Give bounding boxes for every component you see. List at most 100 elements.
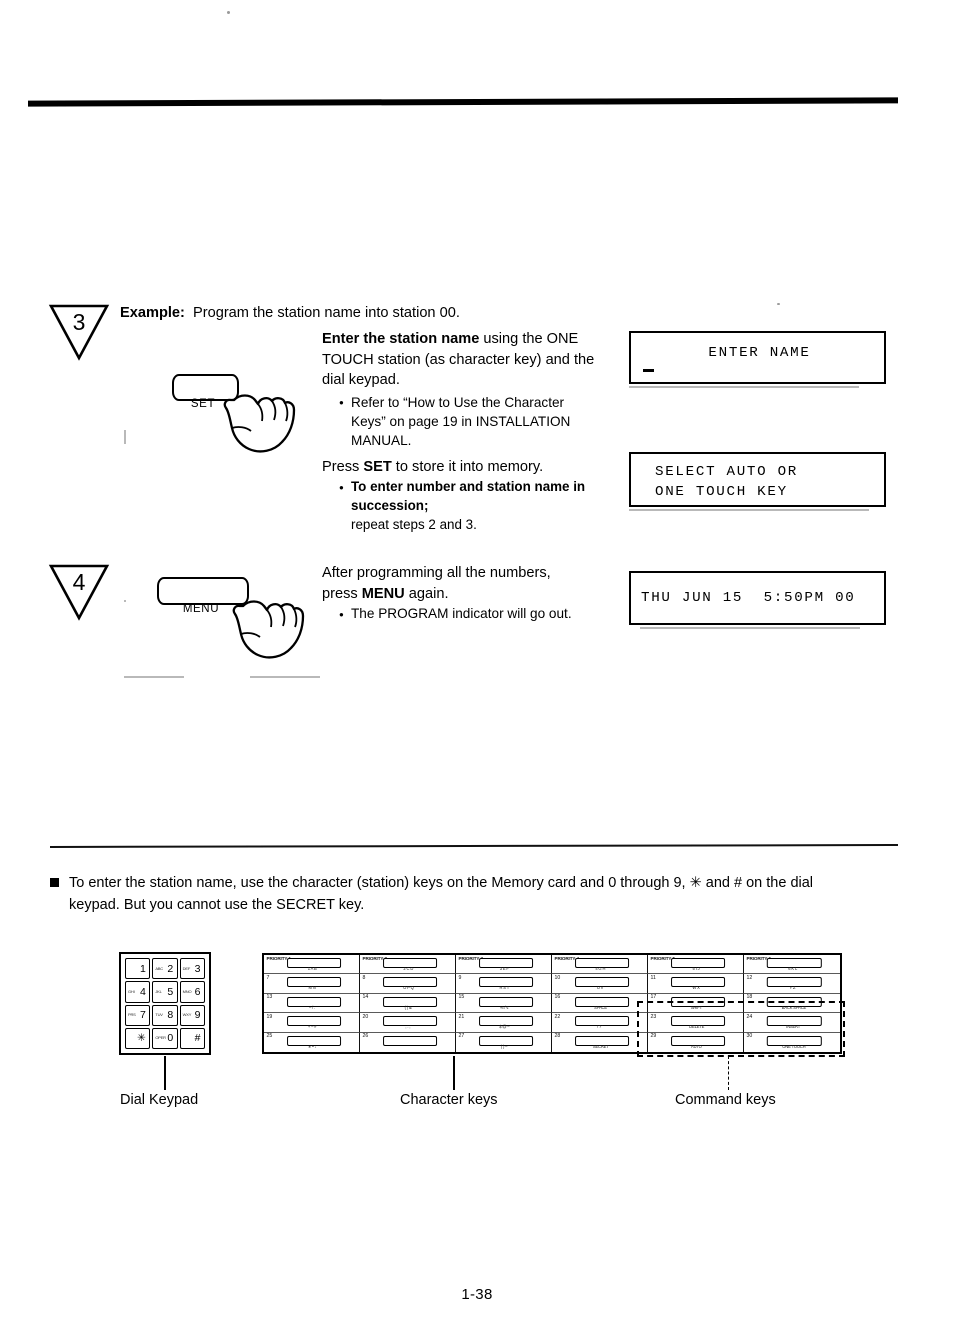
dial-keypad[interactable]: 1 ABC 2 DEF 3 GHI 4 JKL 5 MNO 6 PRS 7 TUV 8 WXY 9 ✳ OPER 0 # bbox=[119, 952, 211, 1055]
station-number: 23 bbox=[650, 1013, 657, 1020]
header-rule bbox=[27, 97, 899, 107]
station-key-caption: ∗ • ↓ bbox=[307, 1043, 317, 1049]
station-key-caption: 3 E F bbox=[499, 966, 509, 971]
memory-card-station-cell[interactable]: 29 AUTO bbox=[648, 1032, 744, 1052]
scan-smudge bbox=[124, 430, 126, 444]
memory-card-panel[interactable]: PRIORITY 11 A B PRIORITY 22 C D PRIORITY 3… bbox=[262, 953, 842, 1054]
memory-card-station-cell[interactable]: 9 R S T bbox=[456, 974, 552, 994]
dial-key-6[interactable]: MNO 6 bbox=[179, 981, 205, 1003]
memory-card-station-cell[interactable]: 21 $ @ – bbox=[456, 1013, 552, 1033]
lcd-cursor bbox=[643, 369, 654, 372]
instruction-bullet: Refer to “How to Use the Character bbox=[339, 393, 622, 414]
instruction-line: Press SET to store it into memory. bbox=[322, 457, 622, 478]
station-number: 15 bbox=[458, 994, 465, 1001]
memory-card-station-cell[interactable]: 10 U V bbox=[552, 974, 648, 994]
memory-card-station-cell[interactable]: 24 INSERT bbox=[744, 1013, 840, 1033]
memory-card-station-cell[interactable]: 19 + – # bbox=[264, 1013, 360, 1033]
station-key-caption: ( ) & bbox=[404, 1004, 412, 1010]
memory-card-station-cell[interactable]: 14 ( ) & bbox=[360, 993, 456, 1014]
page-number: 1-38 bbox=[461, 1286, 493, 1303]
memory-card-station-cell[interactable]: 17 SHIFT bbox=[648, 993, 744, 1014]
memory-card-station-cell[interactable]: 15 % / ¢ bbox=[456, 993, 552, 1014]
scan-smudge bbox=[124, 676, 184, 678]
memory-card-priority-cell[interactable]: PRIORITY 22 C D bbox=[360, 955, 456, 975]
scan-smudge bbox=[250, 676, 320, 678]
station-number: 27 bbox=[458, 1033, 465, 1040]
station-number: 10 bbox=[554, 974, 561, 981]
step-3-instructions: Enter the station name using the ONE TOU… bbox=[322, 329, 622, 534]
memory-card-station-cell[interactable]: 13 – / . bbox=[264, 993, 360, 1014]
instruction-subline: Keys” on page 19 in INSTALLATION bbox=[351, 413, 571, 429]
dial-key-hash[interactable]: # bbox=[179, 1027, 205, 1049]
memory-card-priority-cell[interactable]: PRIORITY 33 E F bbox=[456, 955, 552, 975]
instruction-line: After programming all the numbers, bbox=[322, 565, 551, 581]
memory-card-station-cell[interactable]: 16 SPACE bbox=[552, 993, 648, 1014]
memory-card-priority-cell[interactable]: PRIORITY 44 G H bbox=[552, 955, 648, 975]
note-paragraph: To enter the station name, use the chara… bbox=[50, 872, 910, 916]
station-number: 19 bbox=[266, 1013, 273, 1020]
dial-key-sublabel: GHI bbox=[128, 988, 135, 994]
dial-key-star[interactable]: ✳ bbox=[125, 1027, 151, 1049]
station-key-caption: U V bbox=[596, 985, 604, 991]
note-line-1: To enter the station name, use the chara… bbox=[69, 875, 814, 891]
memory-card-station-cell[interactable]: 23 DELETE bbox=[648, 1013, 744, 1033]
station-number: 9 bbox=[458, 974, 462, 981]
scan-smudge bbox=[629, 509, 869, 511]
memory-card-station-cell[interactable]: 22 ! ? ’ bbox=[552, 1013, 648, 1033]
dial-key-number: 4 bbox=[139, 985, 146, 998]
memory-card-station-cell[interactable]: 18 BACK SPACE bbox=[744, 994, 840, 1014]
memory-card-station-cell[interactable]: 30 ONE TOUCH bbox=[744, 1033, 840, 1052]
dial-key-sublabel: ABC bbox=[155, 965, 163, 971]
memory-card-station-cell[interactable]: 20 , : ; bbox=[360, 1013, 456, 1033]
dial-key-5[interactable]: JKL 5 bbox=[152, 981, 178, 1003]
station-key-caption: % / ¢ bbox=[499, 1004, 509, 1010]
station-key-caption: M N bbox=[308, 985, 316, 991]
station-number: 29 bbox=[650, 1033, 657, 1040]
dial-key-4[interactable]: GHI 4 bbox=[125, 981, 151, 1003]
scan-smudge bbox=[629, 386, 859, 388]
callout-line-dial-keypad bbox=[164, 1056, 166, 1090]
instruction-bullet: To enter number and station name in bbox=[339, 477, 622, 499]
dial-key-number: 1 bbox=[139, 962, 146, 975]
dial-key-1[interactable]: 1 bbox=[125, 958, 151, 980]
station-key-button[interactable] bbox=[382, 1035, 437, 1046]
dial-key-number: 8 bbox=[167, 1008, 174, 1021]
callout-label-character-keys: Character keys bbox=[400, 1092, 498, 1108]
dial-key-0[interactable]: OPER 0 bbox=[152, 1027, 178, 1049]
memory-card-station-cell[interactable]: 7 M N bbox=[264, 974, 360, 994]
step-marker-4: 4 bbox=[48, 563, 110, 623]
station-number: 17 bbox=[650, 994, 657, 1001]
station-number: 26 bbox=[362, 1033, 369, 1040]
memory-card-station-cell[interactable]: 8 O P Q bbox=[360, 974, 456, 994]
dial-key-2[interactable]: ABC 2 bbox=[152, 958, 178, 980]
scan-speck bbox=[227, 11, 230, 14]
scan-smudge bbox=[124, 600, 126, 602]
memory-card-priority-cell[interactable]: PRIORITY 11 A B bbox=[264, 955, 360, 975]
station-key-caption: 2 C D bbox=[403, 966, 414, 971]
memory-card-station-cell[interactable]: 27 ( ) – bbox=[456, 1032, 552, 1052]
lcd-display-clock: THU JUN 15 5:50PM 00 bbox=[629, 571, 886, 625]
dial-key-sublabel: TUV bbox=[155, 1012, 163, 1018]
step-marker-4-number: 4 bbox=[72, 569, 86, 595]
document-page: 3 Example: Program the station name into… bbox=[0, 0, 954, 1323]
dial-key-7[interactable]: PRS 7 bbox=[125, 1004, 151, 1026]
dial-key-9[interactable]: WXY 9 bbox=[179, 1004, 205, 1026]
memory-card-station-cell[interactable]: 28 SECRET bbox=[552, 1032, 648, 1052]
dial-key-8[interactable]: TUV 8 bbox=[152, 1004, 178, 1026]
station-number: 7 bbox=[266, 974, 270, 981]
memory-card-station-cell[interactable]: 26 bbox=[360, 1032, 456, 1052]
memory-card-priority-cell[interactable]: PRIORITY 66 K L bbox=[744, 955, 840, 975]
dial-key-number: 3 bbox=[194, 962, 201, 975]
station-number: 22 bbox=[554, 1013, 561, 1020]
memory-card-station-cell[interactable]: 25 ∗ • ↓ bbox=[264, 1032, 360, 1052]
memory-card-priority-cell[interactable]: PRIORITY 55 I J bbox=[648, 955, 744, 975]
instruction-subline: succession; bbox=[351, 498, 429, 513]
station-number: 25 bbox=[266, 1033, 273, 1040]
filled-square-bullet-icon bbox=[50, 878, 59, 887]
dial-key-3[interactable]: DEF 3 bbox=[179, 958, 205, 980]
station-key-caption: BACK SPACE bbox=[781, 1004, 807, 1010]
memory-card-station-cell[interactable]: 11 W X bbox=[648, 974, 744, 994]
station-number: 13 bbox=[266, 994, 273, 1001]
lcd-line-1: SELECT AUTO OR bbox=[655, 464, 798, 480]
memory-card-station-cell[interactable]: 12 Y Z bbox=[744, 974, 840, 994]
